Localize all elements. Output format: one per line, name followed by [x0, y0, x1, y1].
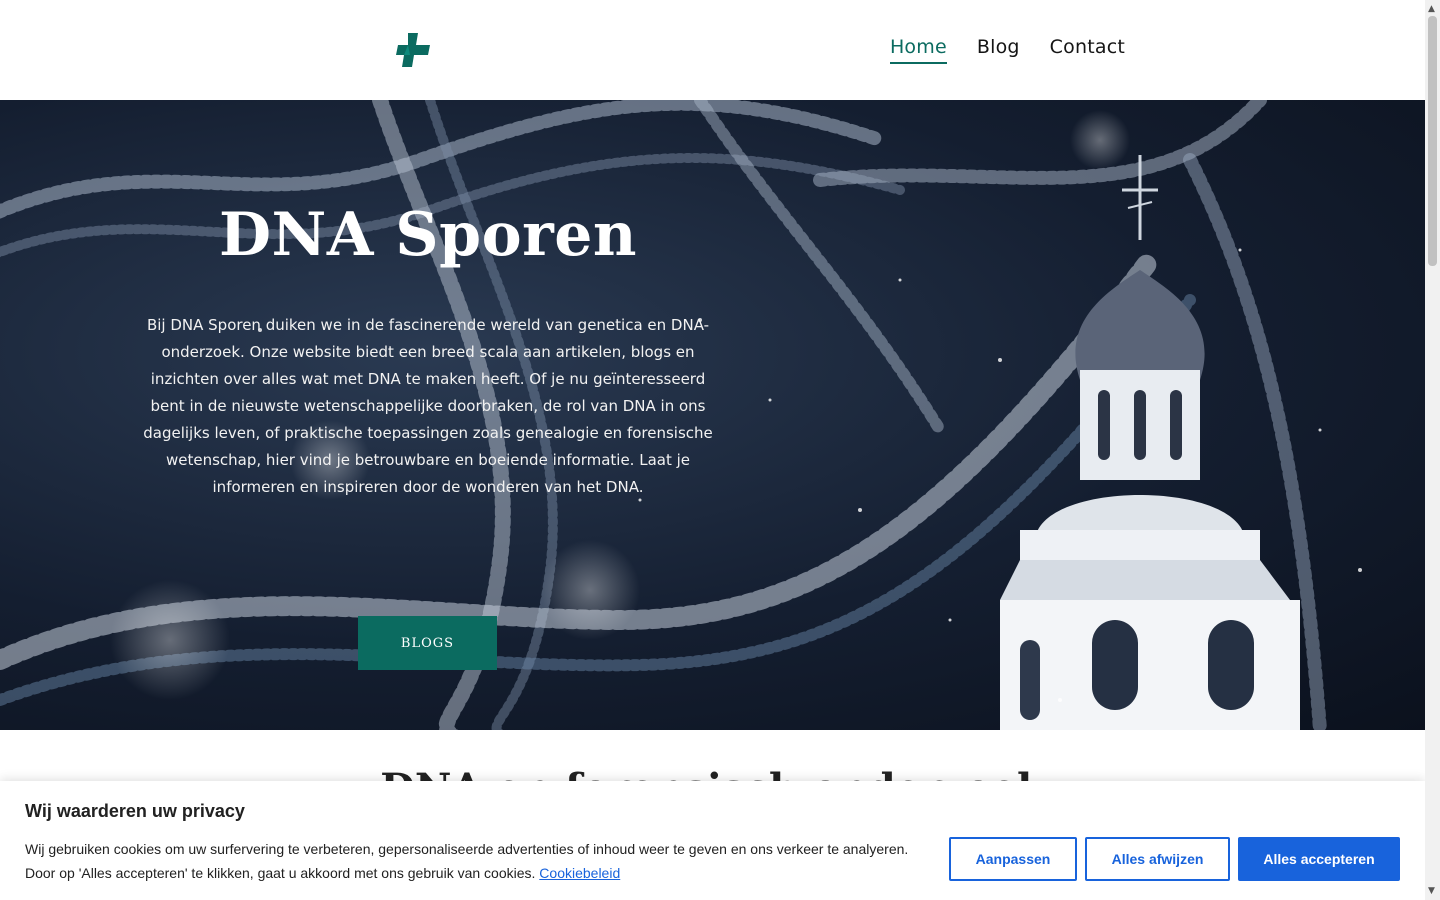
cookie-text: Wij gebruiken cookies om uw surfervering… — [25, 837, 925, 885]
logo-cross-icon[interactable] — [396, 33, 430, 67]
customize-button[interactable]: Aanpassen — [949, 837, 1077, 881]
scroll-up-arrow-icon[interactable]: ▲ — [1428, 4, 1435, 14]
scroll-down-arrow-icon[interactable]: ▼ — [1428, 886, 1435, 896]
page-scrollbar[interactable]: ▲ ▼ — [1425, 0, 1440, 900]
reject-all-button[interactable]: Alles afwijzen — [1085, 837, 1230, 881]
hero-description: Bij DNA Sporen duiken we in de fascinere… — [143, 316, 713, 496]
nav-blog-link[interactable]: Blog — [977, 36, 1020, 64]
blogs-button[interactable]: BLOGS — [358, 616, 497, 670]
hero-section: DNA Sporen Bij DNA Sporen duiken we in d… — [0, 100, 1425, 730]
accept-all-button[interactable]: Alles accepteren — [1238, 837, 1400, 881]
nav-contact-link[interactable]: Contact — [1050, 36, 1125, 64]
cookie-banner: Wij waarderen uw privacy Wij gebruiken c… — [0, 781, 1425, 900]
main-nav: Home Blog Contact — [889, 36, 1125, 64]
cookie-policy-link[interactable]: Cookiebeleid — [539, 865, 620, 881]
site-header: Home Blog Contact — [0, 0, 1425, 100]
scrollbar-thumb[interactable] — [1428, 16, 1437, 266]
hero-title: DNA Sporen — [218, 200, 638, 270]
nav-home-link[interactable]: Home — [889, 36, 947, 64]
cookie-description: Wij gebruiken cookies om uw surfervering… — [25, 841, 909, 881]
cookie-title: Wij waarderen uw privacy — [25, 801, 245, 821]
